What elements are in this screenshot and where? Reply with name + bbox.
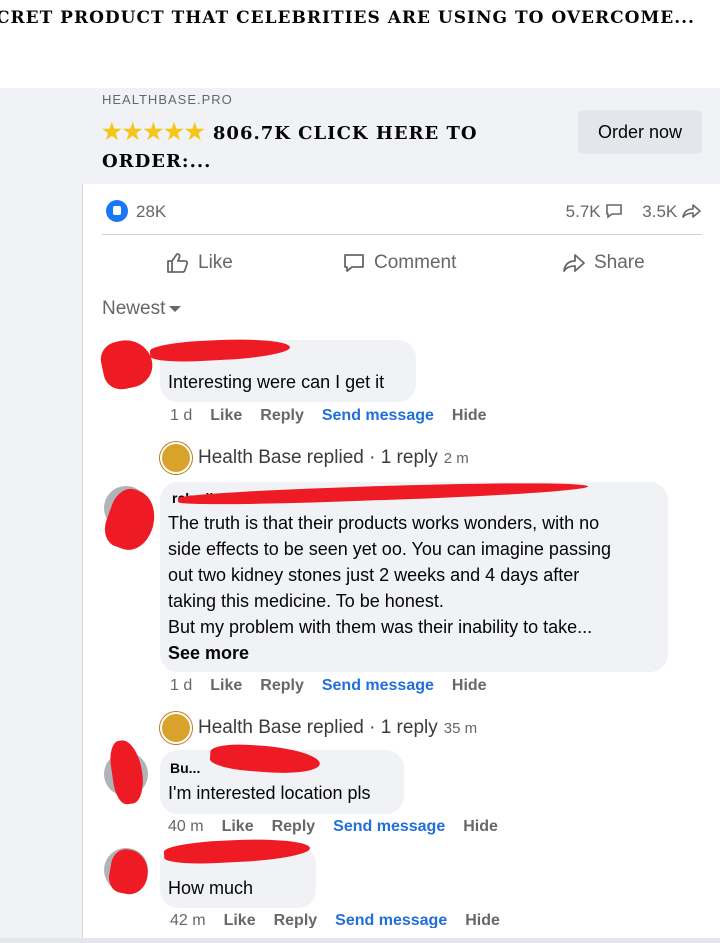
reply-time: 2 m xyxy=(443,449,469,467)
post-actions: Like Comment Share xyxy=(102,246,702,282)
comment-text: How much xyxy=(168,878,254,898)
hide-button[interactable]: Hide xyxy=(465,912,500,928)
reactions-count[interactable]: 28K xyxy=(136,202,166,222)
reaction-stats: 28K 5.7K 3.5K xyxy=(102,198,702,226)
shares-count[interactable]: 3.5K xyxy=(642,202,677,221)
ad-domain: HEALTHBASE.PRO xyxy=(102,92,233,107)
comment-icon xyxy=(344,254,364,272)
like-label: Like xyxy=(198,252,233,273)
comment-reply-button[interactable]: Reply xyxy=(260,407,304,425)
send-message-button[interactable]: Send message xyxy=(333,818,445,836)
share-arrow-icon xyxy=(682,204,701,218)
divider xyxy=(102,234,702,235)
comment-like-button[interactable]: Like xyxy=(210,407,242,425)
background-left xyxy=(0,88,82,938)
hide-button[interactable]: Hide xyxy=(452,407,487,425)
comment-reply-button[interactable]: Reply xyxy=(260,677,304,695)
comment-text: Interesting were can I get it xyxy=(168,372,385,392)
comment-actions: 1 d Like Reply Send message Hide xyxy=(170,677,487,695)
bottom-edge xyxy=(0,938,720,943)
comment-time[interactable]: 42 m xyxy=(170,912,206,928)
thumbs-up-icon xyxy=(167,253,189,273)
send-message-button[interactable]: Send message xyxy=(322,677,434,695)
health-base-avatar xyxy=(160,712,192,744)
sort-label: Newest xyxy=(102,298,166,319)
comment-like-button[interactable]: Like xyxy=(222,818,254,836)
comment-like-button[interactable]: Like xyxy=(210,677,242,695)
comment-text: I'm interested location pls xyxy=(168,783,371,803)
comments-count[interactable]: 5.7K xyxy=(566,202,601,221)
sort-dropdown[interactable]: Newest xyxy=(102,298,182,320)
comment-text: The truth is that their products works w… xyxy=(168,513,611,637)
share-label: Share xyxy=(594,252,645,273)
comment-label: Comment xyxy=(374,252,457,273)
share-icon xyxy=(563,254,585,272)
health-base-avatar xyxy=(160,442,192,474)
replies-link[interactable]: Health Base replied · 1 reply 2 m xyxy=(160,442,469,474)
see-more-link[interactable]: See more xyxy=(168,640,249,666)
comment-actions: 42 m Like Reply Send message Hide xyxy=(170,912,500,928)
replies-link[interactable]: Health Base replied · 1 reply 35 m xyxy=(160,712,477,744)
replies-text: Health Base replied · 1 reply xyxy=(198,447,438,468)
headline: CRET PRODUCT THAT CELEBRITIES ARE USING … xyxy=(0,8,695,28)
hide-button[interactable]: Hide xyxy=(463,818,498,836)
comment-button[interactable]: Comment xyxy=(342,252,456,274)
reply-time: 35 m xyxy=(443,719,478,737)
commenter-name[interactable]: Bu... xyxy=(170,760,200,776)
like-button[interactable]: Like xyxy=(166,252,233,274)
comment-reply-button[interactable]: Reply xyxy=(274,912,318,928)
send-message-button[interactable]: Send message xyxy=(335,912,447,928)
comment-time[interactable]: 40 m xyxy=(168,818,204,836)
comment-actions: 1 d Like Reply Send message Hide xyxy=(170,407,487,425)
like-reaction-icon xyxy=(106,200,128,222)
comment-time[interactable]: 1 d xyxy=(170,407,192,425)
comment-share-counts: 5.7K 3.5K xyxy=(566,202,702,222)
comment-actions: 40 m Like Reply Send message Hide xyxy=(168,818,498,836)
replies-text: Health Base replied · 1 reply xyxy=(198,717,438,738)
caret-down-icon xyxy=(169,305,182,312)
ad-title[interactable]: ★★★★★ 806.7K CLICK HERE TO ORDER:... xyxy=(102,118,522,176)
send-message-button[interactable]: Send message xyxy=(322,407,434,425)
order-now-button[interactable]: Order now xyxy=(578,110,702,154)
share-button[interactable]: Share xyxy=(562,252,645,274)
hide-button[interactable]: Hide xyxy=(452,677,487,695)
rating-stars-icon: ★★★★★ xyxy=(102,119,206,145)
comment-reply-button[interactable]: Reply xyxy=(272,818,316,836)
comment-bubble-icon xyxy=(606,204,623,219)
comment-time[interactable]: 1 d xyxy=(170,677,192,695)
comment-like-button[interactable]: Like xyxy=(224,912,256,928)
